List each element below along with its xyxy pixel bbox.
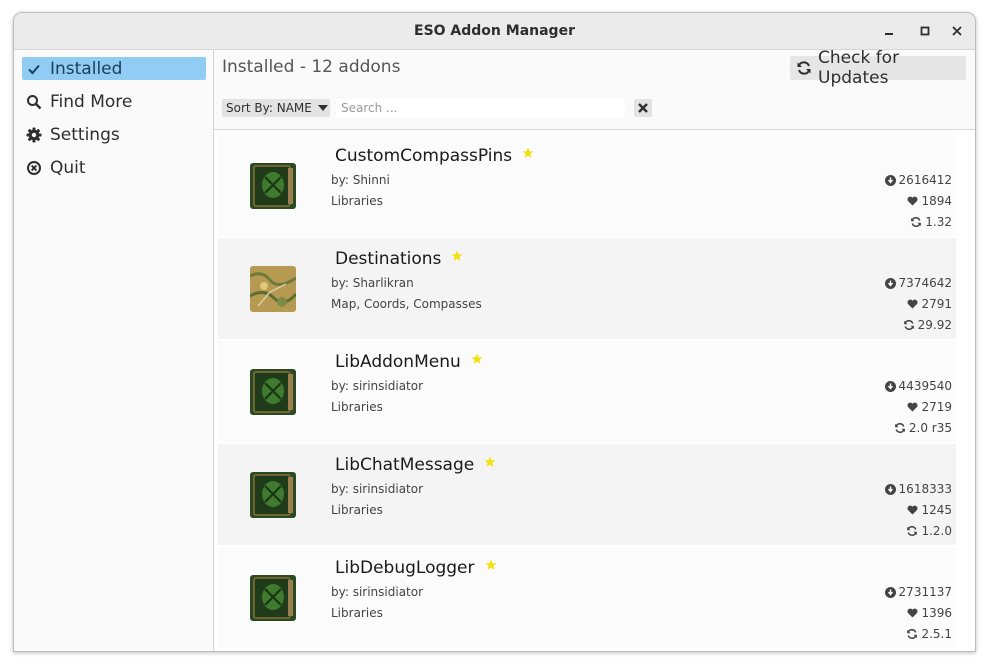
addon-favorites: 1245 [907, 503, 952, 517]
addon-thumbnail [250, 575, 296, 621]
sidebar-item-installed[interactable]: Installed [22, 57, 206, 80]
addon-name: CustomCompassPins [335, 146, 534, 166]
app-window: ESO Addon Manager Installed Find More Se… [13, 12, 976, 652]
check-icon [26, 61, 42, 77]
window-title: ESO Addon Manager [414, 23, 575, 39]
addon-row[interactable]: CustomCompassPins by: Shinni Libraries 2… [218, 135, 956, 236]
addon-author: by: Shinni [331, 173, 390, 187]
sidebar-item-label: Find More [50, 91, 133, 112]
sidebar-item-label: Settings [50, 124, 120, 145]
addon-list[interactable]: CustomCompassPins by: Shinni Libraries 2… [214, 129, 975, 651]
search-input[interactable] [336, 99, 625, 117]
addon-downloads: 2731137 [884, 585, 952, 599]
addon-downloads: 1618333 [884, 482, 952, 496]
main-panel: Installed - 12 addons Check for Updates … [214, 48, 975, 651]
sort-dropdown[interactable]: Sort By: NAME [222, 99, 330, 117]
addon-name: Destinations [335, 249, 463, 269]
sidebar-item-quit[interactable]: Quit [22, 156, 206, 179]
addon-author: by: Sharlikran [331, 276, 414, 290]
addon-thumbnail [250, 472, 296, 518]
maximize-button[interactable] [916, 22, 934, 40]
search-icon [26, 94, 42, 110]
download-icon [884, 277, 896, 289]
addon-version: 1.32 [910, 215, 952, 229]
addon-author: by: sirinsidiator [331, 379, 424, 393]
clear-search-button[interactable] [634, 99, 652, 117]
refresh-icon [906, 628, 918, 640]
check-updates-button[interactable]: Check for Updates [790, 48, 966, 88]
minimize-button[interactable] [880, 22, 898, 40]
download-icon [884, 483, 896, 495]
close-icon [952, 26, 962, 36]
sort-label: Sort By: NAME [226, 101, 312, 115]
addon-row[interactable]: LibChatMessage by: sirinsidiator Librari… [218, 444, 956, 545]
minimize-icon [885, 33, 893, 35]
close-icon [638, 103, 648, 113]
chevron-down-icon [317, 104, 329, 112]
addon-downloads: 7374642 [884, 276, 952, 290]
refresh-icon [906, 525, 918, 537]
page-title: Installed - 12 addons [222, 57, 401, 77]
addon-thumbnail [250, 266, 296, 312]
heart-icon [907, 505, 918, 515]
addon-row[interactable]: LibAddonMenu by: sirinsidiator Libraries… [218, 341, 956, 442]
download-icon [884, 174, 896, 186]
addon-author: by: sirinsidiator [331, 585, 424, 599]
addon-favorites: 2791 [907, 297, 952, 311]
addon-category: Libraries [331, 194, 383, 208]
addon-favorites: 2719 [907, 400, 952, 414]
addon-downloads: 4439540 [884, 379, 952, 393]
sidebar-item-label: Quit [50, 157, 86, 178]
addon-row[interactable]: Destinations by: Sharlikran Map, Coords,… [218, 238, 956, 339]
addon-version: 2.0 r35 [894, 421, 952, 435]
gear-icon [26, 127, 42, 143]
refresh-icon [796, 60, 812, 76]
addon-thumbnail [250, 369, 296, 415]
sidebar-item-settings[interactable]: Settings [22, 123, 206, 146]
addon-category: Libraries [331, 400, 383, 414]
addon-downloads: 2616412 [884, 173, 952, 187]
sidebar: Installed Find More Settings Quit [14, 50, 214, 651]
close-button[interactable] [948, 22, 966, 40]
refresh-icon [910, 216, 922, 228]
addon-category: Libraries [331, 503, 383, 517]
heart-icon [907, 299, 918, 309]
addon-name: LibAddonMenu [335, 352, 483, 372]
check-updates-label: Check for Updates [818, 48, 900, 88]
addon-favorites: 1396 [907, 606, 952, 620]
addon-category: Map, Coords, Compasses [331, 297, 482, 311]
addon-category: Libraries [331, 606, 383, 620]
star-icon[interactable] [471, 350, 483, 370]
addon-version: 1.2.0 [906, 524, 952, 538]
addon-version: 2.5.1 [906, 627, 952, 641]
close-circle-icon [26, 160, 42, 176]
star-icon[interactable] [485, 556, 497, 576]
heart-icon [907, 608, 918, 618]
addon-favorites: 1894 [907, 194, 952, 208]
star-icon[interactable] [451, 247, 463, 267]
addon-name: LibChatMessage [335, 455, 496, 475]
title-bar[interactable]: ESO Addon Manager [14, 13, 975, 50]
refresh-icon [894, 422, 906, 434]
addon-row[interactable]: LibDebugLogger by: sirinsidiator Librari… [218, 547, 956, 648]
heart-icon [907, 196, 918, 206]
star-icon[interactable] [522, 144, 534, 164]
star-icon[interactable] [484, 453, 496, 473]
sidebar-item-label: Installed [50, 58, 123, 79]
addon-author: by: sirinsidiator [331, 482, 424, 496]
download-icon [884, 380, 896, 392]
heart-icon [907, 402, 918, 412]
addon-name: LibDebugLogger [335, 558, 497, 578]
addon-version: 29.92 [903, 318, 952, 332]
maximize-icon [920, 26, 930, 36]
addon-thumbnail [250, 163, 296, 209]
refresh-icon [903, 319, 915, 331]
download-icon [884, 586, 896, 598]
sidebar-item-find-more[interactable]: Find More [22, 90, 206, 113]
